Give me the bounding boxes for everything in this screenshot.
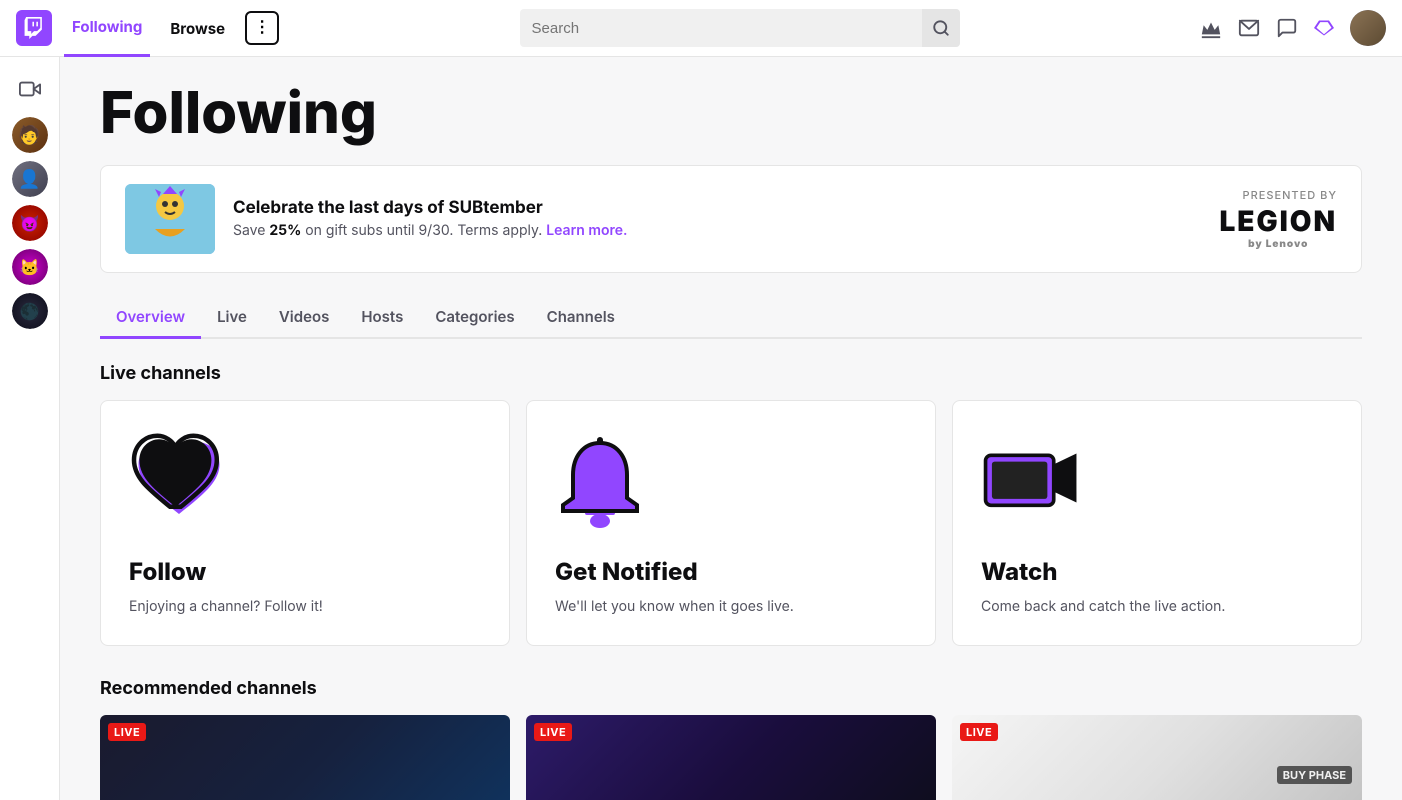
- banner-text: Celebrate the last days of SUBtember Sav…: [233, 198, 627, 239]
- live-channels-section: Live channels Follow Enjoying a: [100, 363, 1362, 646]
- live-channels-row: LIVE LIVE LIVE: [100, 715, 1362, 800]
- banner-image: [125, 184, 215, 254]
- live-channels-title: Live channels: [100, 363, 1362, 384]
- tab-live[interactable]: Live: [201, 297, 263, 339]
- live-card-1[interactable]: LIVE: [100, 715, 510, 800]
- sidebar-avatar-5[interactable]: 🌑: [12, 293, 48, 329]
- banner-right: PRESENTED BY LEGION by Lenovo: [1219, 188, 1337, 250]
- sidebar-avatar-1[interactable]: 🧑: [12, 117, 48, 153]
- follow-card-desc: Enjoying a channel? Follow it!: [129, 596, 481, 617]
- banner-headline: Celebrate the last days of SUBtember: [233, 198, 627, 218]
- search-container: [291, 9, 1188, 47]
- get-notified-title: Get Notified: [555, 557, 907, 586]
- live-badge-1: LIVE: [108, 723, 146, 741]
- avatar-image: [1350, 10, 1386, 46]
- promo-banner: Celebrate the last days of SUBtember Sav…: [100, 165, 1362, 273]
- learn-more-link[interactable]: Learn more.: [546, 222, 627, 239]
- banner-discount: 25%: [269, 222, 301, 239]
- search-icon: [932, 19, 950, 37]
- cards-row: Follow Enjoying a channel? Follow it!: [100, 400, 1362, 646]
- dots-icon: ⋮: [254, 20, 270, 36]
- get-notified-desc: We'll let you know when it goes live.: [555, 596, 907, 617]
- tab-hosts[interactable]: Hosts: [345, 297, 419, 339]
- sidebar: 🧑 👤 😈 🐱 🌑: [0, 57, 60, 800]
- follow-card-icon: [129, 433, 229, 533]
- search-bar: [520, 9, 960, 47]
- mail-icon[interactable]: [1238, 17, 1260, 39]
- watch-card: Watch Come back and catch the live actio…: [952, 400, 1362, 646]
- tab-videos[interactable]: Videos: [263, 297, 345, 339]
- brand-name: LEGION: [1219, 204, 1337, 238]
- live-badge-2: LIVE: [534, 723, 572, 741]
- nav-browse[interactable]: Browse: [162, 0, 233, 57]
- presented-by-label: PRESENTED BY: [1219, 188, 1337, 202]
- nav-following[interactable]: Following: [64, 0, 150, 57]
- banner-description: Save 25% on gift subs until 9/30. Terms …: [233, 222, 627, 239]
- brand-sub: by Lenovo: [1219, 238, 1337, 250]
- recommended-section: Recommended channels LIVE LIVE: [100, 678, 1362, 800]
- diamond-icon[interactable]: [1314, 18, 1334, 38]
- nav-right: [1200, 10, 1386, 46]
- live-badge-3: LIVE: [960, 723, 998, 741]
- tabs-bar: Overview Live Videos Hosts Categories Ch…: [100, 297, 1362, 339]
- sidebar-avatar-2[interactable]: 👤: [12, 161, 48, 197]
- search-button[interactable]: [922, 9, 960, 47]
- crown-icon[interactable]: [1200, 17, 1222, 39]
- get-notified-card: Get Notified We'll let you know when it …: [526, 400, 936, 646]
- live-card-2[interactable]: LIVE: [526, 715, 936, 800]
- watch-title: Watch: [981, 557, 1333, 586]
- banner-left: Celebrate the last days of SUBtember Sav…: [125, 184, 627, 254]
- sidebar-avatar-4[interactable]: 🐱: [12, 249, 48, 285]
- watch-desc: Come back and catch the live action.: [981, 596, 1333, 617]
- sidebar-avatar-3[interactable]: 😈: [12, 205, 48, 241]
- follow-card: Follow Enjoying a channel? Follow it!: [100, 400, 510, 646]
- main-layout: 🧑 👤 😈 🐱 🌑 Following: [0, 57, 1402, 800]
- watch-icon: [981, 433, 1081, 533]
- chat-icon[interactable]: [1276, 17, 1298, 39]
- sidebar-camera-icon[interactable]: [10, 69, 50, 109]
- tab-categories[interactable]: Categories: [419, 297, 530, 339]
- user-avatar[interactable]: [1350, 10, 1386, 46]
- follow-card-title: Follow: [129, 557, 481, 586]
- recommended-title: Recommended channels: [100, 678, 1362, 699]
- nav-more-button[interactable]: ⋮: [245, 11, 279, 45]
- get-notified-icon: [555, 433, 655, 533]
- tab-overview[interactable]: Overview: [100, 297, 201, 339]
- tab-channels[interactable]: Channels: [531, 297, 631, 339]
- search-input[interactable]: [532, 20, 914, 37]
- live-card-3[interactable]: LIVE BUY PHASE: [952, 715, 1362, 800]
- twitch-logo[interactable]: [16, 10, 52, 46]
- main-content: Following: [60, 57, 1402, 800]
- top-navigation: Following Browse ⋮: [0, 0, 1402, 57]
- page-title: Following: [100, 81, 1362, 145]
